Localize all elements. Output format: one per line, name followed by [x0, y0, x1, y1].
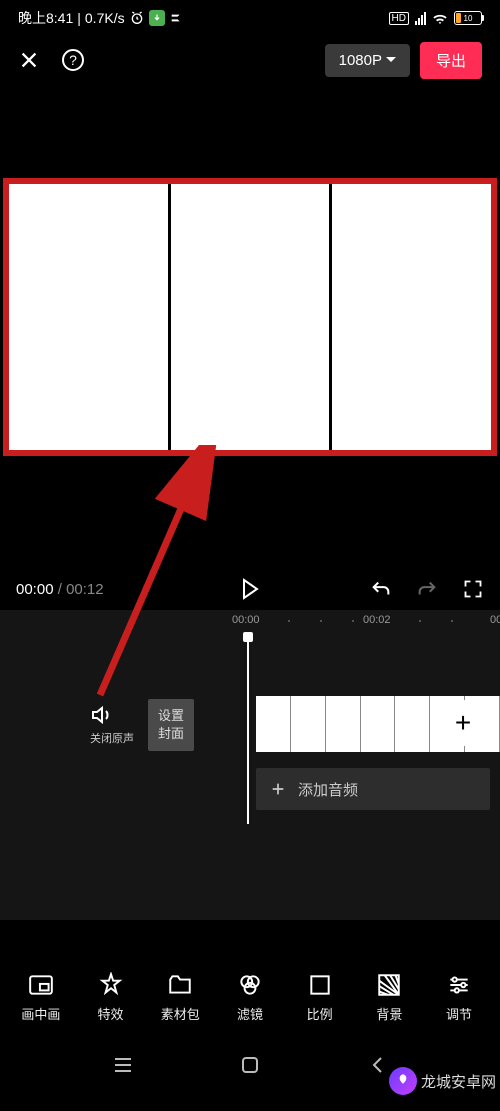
time-separator: / — [58, 581, 66, 598]
preview-area[interactable] — [0, 178, 500, 456]
status-sep: | — [77, 10, 81, 26]
alarm-icon — [129, 10, 145, 26]
nav-home[interactable] — [238, 1053, 262, 1077]
tool-effects[interactable]: 特效 — [81, 972, 141, 1023]
mute-label: 关闭原声 — [90, 730, 134, 746]
battery-icon: 10 — [454, 11, 482, 25]
tool-adjust[interactable]: 调节 — [429, 972, 489, 1023]
ruler-tick-0: 00:00 — [232, 614, 260, 626]
ratio-icon — [307, 972, 333, 998]
header: ? 1080P 导出 — [0, 36, 500, 84]
set-cover-button[interactable]: 设置 封面 — [148, 699, 194, 751]
tool-pip[interactable]: 画中画 — [11, 972, 71, 1023]
dropdown-icon — [386, 56, 396, 64]
resolution-button[interactable]: 1080P — [325, 44, 410, 77]
ruler-tick-2: 00 — [490, 614, 500, 626]
bg-icon — [376, 972, 402, 998]
add-audio-label: 添加音频 — [298, 779, 358, 800]
speaker-icon — [90, 704, 134, 726]
mute-button[interactable]: 关闭原声 — [90, 704, 134, 746]
tool-filter[interactable]: 滤镜 — [220, 972, 280, 1023]
play-button[interactable] — [241, 578, 259, 600]
download-icon — [149, 10, 165, 26]
status-bar: 晚上8:41 | 0.7K/s HD 10 — [0, 0, 500, 36]
ruler-tick-1: 00:02 — [363, 614, 391, 626]
undo-button[interactable] — [370, 578, 392, 600]
filter-icon — [237, 972, 263, 998]
time-display: 00:00 / 00:12 — [16, 581, 104, 598]
pip-icon — [28, 972, 54, 998]
wifi-icon — [432, 10, 448, 26]
capcut-icon — [169, 10, 185, 26]
status-left: 晚上8:41 | 0.7K/s — [18, 8, 185, 28]
fullscreen-button[interactable] — [462, 578, 484, 600]
nav-back[interactable] — [365, 1053, 389, 1077]
playhead[interactable] — [247, 634, 249, 824]
bottom-toolbar: 画中画 特效 素材包 滤镜 比例 背景 调节 — [0, 962, 500, 1032]
playback-controls: 00:00 / 00:12 — [0, 564, 500, 614]
redo-button[interactable] — [416, 578, 438, 600]
time-total: 00:12 — [66, 581, 104, 598]
add-clip-button[interactable]: + — [440, 700, 486, 746]
tool-bg[interactable]: 背景 — [359, 972, 419, 1023]
timeline[interactable]: 00:00 00:02 00 关闭原声 设置 封面 + 添加音频 — [0, 610, 500, 920]
plus-icon — [270, 781, 286, 797]
time-current: 00:00 — [16, 581, 54, 598]
export-button[interactable]: 导出 — [420, 42, 482, 79]
status-right: HD 10 — [389, 10, 482, 26]
help-button[interactable]: ? — [62, 49, 84, 71]
watermark-logo-icon — [389, 1067, 417, 1095]
status-time: 晚上8:41 — [18, 8, 73, 28]
add-audio-button[interactable]: 添加音频 — [256, 768, 490, 810]
tool-ratio[interactable]: 比例 — [290, 972, 350, 1023]
preview-highlight-frame — [3, 178, 497, 456]
nav-menu[interactable] — [111, 1053, 135, 1077]
close-button[interactable] — [18, 49, 40, 71]
watermark: 龙城安卓网 — [389, 1067, 496, 1095]
tool-pack[interactable]: 素材包 — [150, 972, 210, 1023]
star-icon — [98, 972, 124, 998]
signal-icon — [415, 12, 426, 25]
folder-icon — [167, 972, 193, 998]
watermark-text: 龙城安卓网 — [421, 1071, 496, 1092]
adjust-icon — [446, 972, 472, 998]
status-speed: 0.7K/s — [85, 10, 125, 26]
hd-icon: HD — [389, 12, 409, 25]
resolution-label: 1080P — [339, 52, 382, 69]
